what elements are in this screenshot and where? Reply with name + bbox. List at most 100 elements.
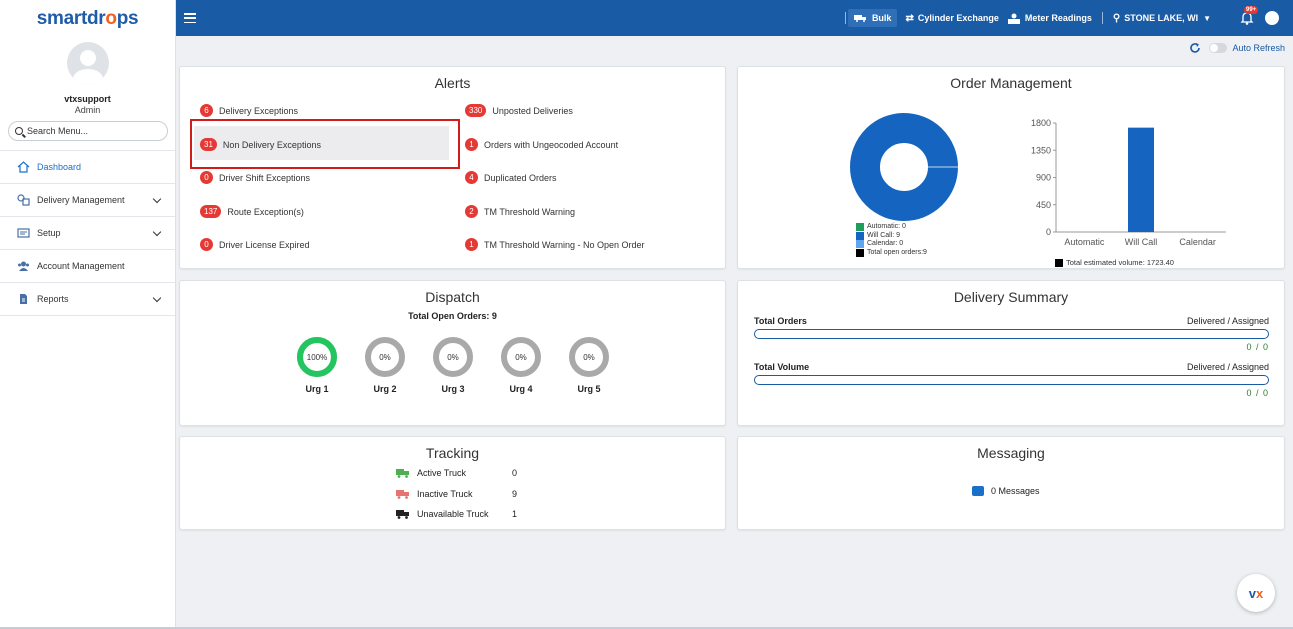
auto-refresh-toggle[interactable] (1209, 43, 1228, 53)
messages-label: 0 Messages (991, 486, 1040, 496)
home-icon (17, 161, 30, 173)
bar (1128, 127, 1154, 232)
chevron-down-icon[interactable] (152, 194, 162, 204)
ring-chart: 0% (365, 337, 405, 377)
delivery-summary-card: Delivery Summary Total Orders Delivered /… (737, 280, 1285, 426)
ring-label: Urg 2 (373, 384, 397, 394)
notification-bell-icon[interactable]: 99+ (1239, 6, 1259, 26)
alert-badge: 1 (465, 138, 478, 151)
profile-icon[interactable] (1265, 11, 1279, 25)
truck-icon (396, 509, 409, 519)
total-orders-block: Total Orders Delivered / Assigned 0 / 0 (754, 316, 1269, 352)
alert-duplicated-orders[interactable]: 4 Duplicated Orders (465, 171, 557, 184)
alert-unposted-deliveries[interactable]: 330 Unposted Deliveries (465, 104, 573, 117)
alert-delivery-exceptions[interactable]: 6 Delivery Exceptions (200, 104, 298, 117)
tracking-card: Tracking Active Truck 0 Inactive Truck 9… (179, 436, 726, 530)
report-icon (20, 294, 27, 304)
assistant-fab-button[interactable]: vx (1237, 574, 1275, 612)
location-selector[interactable]: ⚲ STONE LAKE, WI ▼ (1113, 13, 1211, 24)
delivery-icon (17, 194, 30, 206)
user-name: vtxsupport (64, 94, 111, 104)
refresh-bar: Auto Refresh (1189, 42, 1285, 54)
alerts-card: Alerts 6 Delivery Exceptions 31 Non Delive… (179, 66, 726, 269)
user-role: Admin (74, 105, 101, 115)
order-donut-chart[interactable] (848, 111, 960, 223)
truck-icon (396, 489, 409, 499)
total-orders-label: Total Orders (754, 316, 807, 326)
alert-label: Delivery Exceptions (219, 105, 299, 116)
chat-icon (972, 486, 984, 496)
sidebar-item-label: Setup (37, 228, 61, 238)
sidebar-item-reports[interactable]: Reports (0, 283, 175, 316)
alert-route-exceptions[interactable]: 137 Route Exception(s) (200, 205, 304, 218)
urgency-ring-1[interactable]: 100% Urg 1 (292, 336, 342, 394)
bulk-button[interactable]: Bulk (847, 9, 898, 27)
meter-readings-link[interactable]: Meter Readings (1007, 13, 1092, 24)
alert-badge: 6 (200, 104, 213, 117)
avatar[interactable] (66, 42, 109, 84)
legend-swatch (856, 240, 864, 249)
alert-ungeocoded-account[interactable]: 1 Orders with Ungeocoded Account (465, 138, 618, 151)
search-input[interactable] (27, 126, 157, 136)
alert-badge: 31 (200, 138, 217, 151)
legend-item: Will Call: 9 (856, 232, 927, 241)
urgency-ring-3[interactable]: 0% Urg 3 (428, 336, 478, 394)
tracking-row-unavailable[interactable]: Unavailable Truck 1 (396, 509, 517, 519)
chevron-down-icon[interactable] (152, 227, 162, 237)
sidebar-item-delivery-management[interactable]: Delivery Management (0, 184, 175, 217)
urgency-ring-5[interactable]: 0% Urg 5 (564, 336, 614, 394)
legend-item: Total open orders:9 (856, 249, 927, 258)
card-title: Messaging (977, 445, 1045, 461)
ring-chart: 0% (569, 337, 609, 377)
alert-label: Route Exception(s) (227, 206, 304, 217)
notification-badge: 99+ (1244, 6, 1259, 14)
search-box[interactable] (8, 121, 168, 141)
ring-label: Urg 5 (577, 384, 601, 394)
ring-chart: 0% (501, 337, 541, 377)
order-bar-chart[interactable]: 0 450 900 1350 1800 Automatic Will Call Calenda… (1008, 115, 1238, 255)
card-title: Dispatch (425, 289, 480, 305)
alert-tm-threshold-warning[interactable]: 2 TM Threshold Warning (465, 205, 575, 218)
location-label: STONE LAKE, WI (1124, 13, 1199, 23)
refresh-icon[interactable] (1189, 42, 1201, 54)
hamburger-menu-icon[interactable] (184, 13, 196, 23)
tracking-row-inactive[interactable]: Inactive Truck 9 (396, 489, 517, 499)
donut-legend: Automatic: 0 Will Call: 9 Calendar: 0 To… (856, 223, 927, 257)
ring-label: Urg 3 (441, 384, 465, 394)
alert-tm-threshold-no-open-order[interactable]: 1 TM Threshold Warning - No Open Order (465, 238, 645, 251)
messaging-card: Messaging 0 Messages (737, 436, 1285, 530)
location-icon: ⚲ (1112, 12, 1121, 24)
total-volume-label: Total Volume (754, 362, 810, 372)
sidebar-item-setup[interactable]: Setup (0, 217, 175, 250)
sidebar-item-dashboard[interactable]: Dashboard (0, 151, 175, 184)
alert-non-delivery-exceptions[interactable]: 31 Non Delivery Exceptions (200, 138, 321, 151)
cylinder-exchange-link[interactable]: ⇄ Cylinder Exchange (905, 13, 998, 24)
alert-label: Driver License Expired (219, 239, 310, 250)
logo-text: smartdr (36, 8, 106, 29)
messages-link[interactable]: 0 Messages (972, 486, 1040, 496)
ring-value: 100% (307, 353, 327, 362)
fab-accent: x (1256, 585, 1264, 601)
urgency-ring-4[interactable]: 0% Urg 4 (496, 336, 546, 394)
alert-label: Non Delivery Exceptions (222, 139, 321, 150)
tracking-row-active[interactable]: Active Truck 0 (396, 468, 517, 478)
auto-refresh-label: Auto Refresh (1232, 43, 1285, 53)
legend-item: Calendar: 0 (856, 240, 927, 249)
alert-driver-license-expired[interactable]: 0 Driver License Expired (200, 238, 310, 251)
cylinder-exchange-label: Cylinder Exchange (917, 13, 999, 23)
card-title: Tracking (425, 445, 480, 461)
x-tick-label: Calendar (1179, 237, 1216, 247)
sidebar-item-account-management[interactable]: Account Management (0, 250, 175, 283)
urgency-ring-2[interactable]: 0% Urg 2 (360, 336, 410, 394)
logo-flame-icon: o (105, 8, 117, 29)
dispatch-card: Dispatch Total Open Orders: 9 100% Urg 1 0… (179, 280, 726, 426)
alert-badge: 1 (465, 238, 478, 251)
legend-swatch (1055, 258, 1063, 267)
y-tick-label: 1800 (1031, 118, 1051, 128)
chevron-down-icon[interactable] (152, 293, 162, 303)
tracking-count: 0 (512, 468, 518, 478)
ring-value: 0% (447, 353, 459, 362)
logo[interactable]: smartdr o ps (0, 0, 175, 38)
alert-driver-shift-exceptions[interactable]: 0 Driver Shift Exceptions (200, 171, 310, 184)
meter-icon (1007, 13, 1020, 24)
